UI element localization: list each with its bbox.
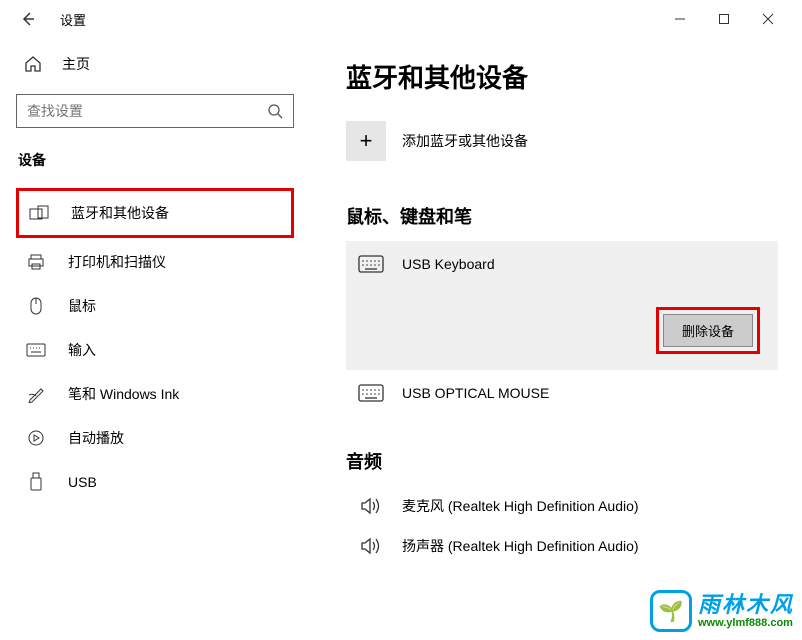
device-item-mouse[interactable]: USB OPTICAL MOUSE [346, 370, 778, 418]
mouse-icon [26, 296, 46, 316]
category-label: 设备 [16, 150, 294, 170]
add-device-label: 添加蓝牙或其他设备 [402, 131, 528, 151]
audio-item-microphone[interactable]: 麦克风 (Realtek High Definition Audio) [346, 486, 802, 526]
devices-icon [29, 205, 49, 221]
sidebar-item-usb[interactable]: USB [16, 460, 294, 504]
sidebar: 主页 设备 蓝牙和其他设备 打印机和扫描仪 [0, 38, 310, 640]
section-audio: 音频 [346, 448, 802, 474]
keyboard-icon [26, 343, 46, 357]
sidebar-item-label: 笔和 Windows Ink [68, 384, 179, 404]
speaker-icon [358, 536, 384, 556]
section-mouse-keyboard: 鼠标、键盘和笔 [346, 203, 802, 229]
sidebar-item-pen[interactable]: 笔和 Windows Ink [16, 372, 294, 416]
sidebar-item-printers[interactable]: 打印机和扫描仪 [16, 240, 294, 284]
watermark-text: 雨林木风 [698, 593, 794, 617]
printer-icon [26, 253, 46, 271]
device-name: USB OPTICAL MOUSE [402, 385, 549, 401]
watermark-url: www.ylmf888.com [698, 617, 794, 629]
remove-highlight: 删除设备 [656, 307, 760, 354]
watermark: 🌱 雨林木风 www.ylmf888.com [650, 590, 794, 632]
keyboard-icon [358, 255, 384, 273]
device-name: USB Keyboard [402, 256, 495, 272]
sidebar-item-autoplay[interactable]: 自动播放 [16, 416, 294, 460]
sidebar-item-label: USB [68, 474, 97, 490]
sidebar-item-label: 鼠标 [68, 296, 96, 316]
search-box[interactable] [16, 94, 294, 128]
minimize-button[interactable] [670, 9, 690, 29]
watermark-logo-icon: 🌱 [650, 590, 692, 632]
sidebar-item-label: 打印机和扫描仪 [68, 252, 166, 272]
remove-device-button[interactable]: 删除设备 [663, 314, 753, 347]
home-label: 主页 [62, 54, 90, 74]
sidebar-item-input[interactable]: 输入 [16, 328, 294, 372]
plus-icon: + [360, 128, 373, 154]
add-device-button[interactable]: + [346, 121, 386, 161]
add-device-row[interactable]: + 添加蓝牙或其他设备 [346, 121, 802, 161]
pen-icon [26, 385, 46, 403]
back-button[interactable] [12, 3, 44, 35]
sidebar-item-label: 蓝牙和其他设备 [71, 203, 169, 223]
autoplay-icon [26, 429, 46, 447]
content-area: 蓝牙和其他设备 + 添加蓝牙或其他设备 鼠标、键盘和笔 USB Keyboard… [310, 38, 802, 640]
home-icon [24, 55, 42, 73]
home-link[interactable]: 主页 [16, 50, 294, 78]
sidebar-item-bluetooth[interactable]: 蓝牙和其他设备 [16, 188, 294, 238]
usb-icon [26, 472, 46, 492]
search-input[interactable] [27, 103, 267, 119]
close-button[interactable] [758, 9, 778, 29]
device-item-keyboard[interactable]: USB Keyboard 删除设备 [346, 241, 778, 370]
sidebar-item-label: 输入 [68, 340, 96, 360]
audio-name: 麦克风 (Realtek High Definition Audio) [402, 496, 639, 516]
search-icon [267, 103, 283, 119]
audio-item-speaker[interactable]: 扬声器 (Realtek High Definition Audio) [346, 526, 802, 566]
audio-name: 扬声器 (Realtek High Definition Audio) [402, 536, 639, 556]
page-title: 蓝牙和其他设备 [346, 58, 802, 95]
window-title: 设置 [60, 10, 86, 29]
sidebar-item-label: 自动播放 [68, 428, 124, 448]
maximize-button[interactable] [714, 9, 734, 29]
keyboard-icon [358, 384, 384, 402]
speaker-icon [358, 496, 384, 516]
sidebar-item-mouse[interactable]: 鼠标 [16, 284, 294, 328]
